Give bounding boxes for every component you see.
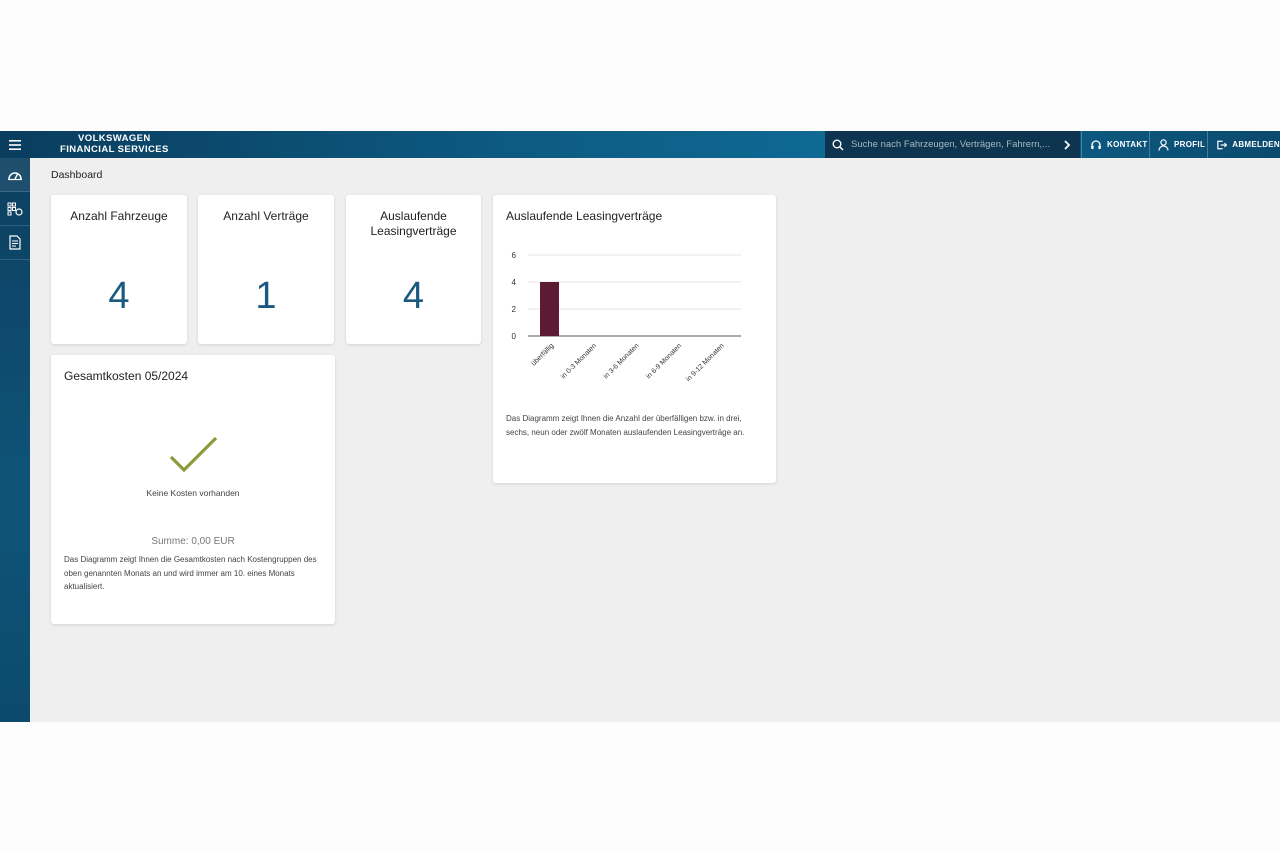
- costs-sum: Summe: 0,00 EUR: [151, 536, 235, 547]
- kpi-value: 1: [255, 275, 277, 317]
- logout-button[interactable]: ABMELDEN: [1207, 131, 1280, 158]
- y-tick-label: 2: [512, 305, 517, 314]
- y-tick-label: 4: [512, 278, 517, 287]
- hamburger-icon: [9, 139, 21, 150]
- logout-label: ABMELDEN: [1232, 140, 1280, 149]
- checkmark-icon: [169, 436, 218, 473]
- x-tick-label: überfällig: [530, 342, 555, 367]
- brand-logo[interactable]: VOLKSWAGEN FINANCIAL SERVICES: [60, 133, 169, 155]
- kpi-card-contracts[interactable]: Anzahl Verträge 1: [198, 195, 334, 344]
- costs-description: Das Diagramm zeigt Ihnen die Gesamtkoste…: [64, 555, 317, 591]
- app-frame: VOLKSWAGEN FINANCIAL SERVICES KONTAKT PR…: [0, 131, 1280, 722]
- kpi-card-vehicles[interactable]: Anzahl Fahrzeuge 4: [51, 195, 187, 344]
- fleet-icon: [7, 202, 23, 216]
- contact-label: KONTAKT: [1107, 140, 1148, 149]
- chevron-right-icon: [1064, 139, 1071, 150]
- contracts-icon: [9, 235, 21, 250]
- search-icon: [825, 131, 851, 158]
- y-tick-label: 0: [512, 332, 517, 341]
- card-title: Auslaufende Leasingverträge: [506, 209, 663, 223]
- contact-button[interactable]: KONTAKT: [1081, 131, 1149, 158]
- kpi-card-expiring[interactable]: Auslaufende Leasingverträge 4: [346, 195, 481, 344]
- bar: [540, 282, 559, 336]
- sidebar: [0, 158, 30, 722]
- leasing-chart-card: Auslaufende Leasingverträge 0 2 4 6 überfäll…: [493, 195, 776, 483]
- card-title: Gesamtkosten 05/2024: [64, 369, 189, 383]
- x-tick-label: in 0-3 Monaten: [560, 342, 598, 380]
- profile-label: PROFIL: [1174, 140, 1206, 149]
- logout-icon: [1217, 140, 1228, 149]
- search-bar: [825, 131, 1080, 158]
- headset-icon: [1091, 139, 1101, 149]
- chart-description: Das Diagramm zeigt Ihnen die Anzahl der …: [506, 414, 745, 437]
- kpi-title: Anzahl Verträge: [223, 209, 309, 223]
- brand-line-2: FINANCIAL SERVICES: [60, 143, 169, 155]
- top-bar: VOLKSWAGEN FINANCIAL SERVICES KONTAKT PR…: [0, 131, 1280, 158]
- menu-button[interactable]: [0, 131, 30, 158]
- search-submit-button[interactable]: [1054, 131, 1080, 158]
- x-tick-label: in 9-12 Monaten: [685, 342, 726, 383]
- kpi-title: Auslaufende Leasingverträge: [370, 209, 457, 238]
- x-tick-label: in 3-6 Monaten: [603, 342, 641, 380]
- search-input[interactable]: [851, 134, 1054, 155]
- no-costs-message: Keine Kosten vorhanden: [146, 488, 240, 498]
- sidebar-item-fleet[interactable]: [0, 192, 30, 226]
- kpi-title: Anzahl Fahrzeuge: [70, 209, 168, 223]
- brand-line-1: VOLKSWAGEN: [78, 133, 151, 144]
- dashboard-icon: [8, 171, 22, 180]
- kpi-value: 4: [402, 275, 425, 317]
- sidebar-item-contracts[interactable]: [0, 226, 30, 260]
- leasing-bar-chart: 0 2 4 6 überfällig in 0-3 Monaten in 3-6 Monat…: [512, 251, 741, 383]
- x-tick-label: in 6-9 Monaten: [645, 342, 683, 380]
- sidebar-item-dashboard[interactable]: [0, 158, 30, 192]
- breadcrumb: Dashboard: [51, 169, 103, 181]
- y-tick-label: 6: [512, 251, 517, 260]
- kpi-value: 4: [108, 275, 130, 317]
- costs-card: Gesamtkosten 05/2024 Keine Kosten vorhan…: [51, 355, 335, 624]
- user-icon: [1158, 138, 1169, 151]
- profile-button[interactable]: PROFIL: [1149, 131, 1207, 158]
